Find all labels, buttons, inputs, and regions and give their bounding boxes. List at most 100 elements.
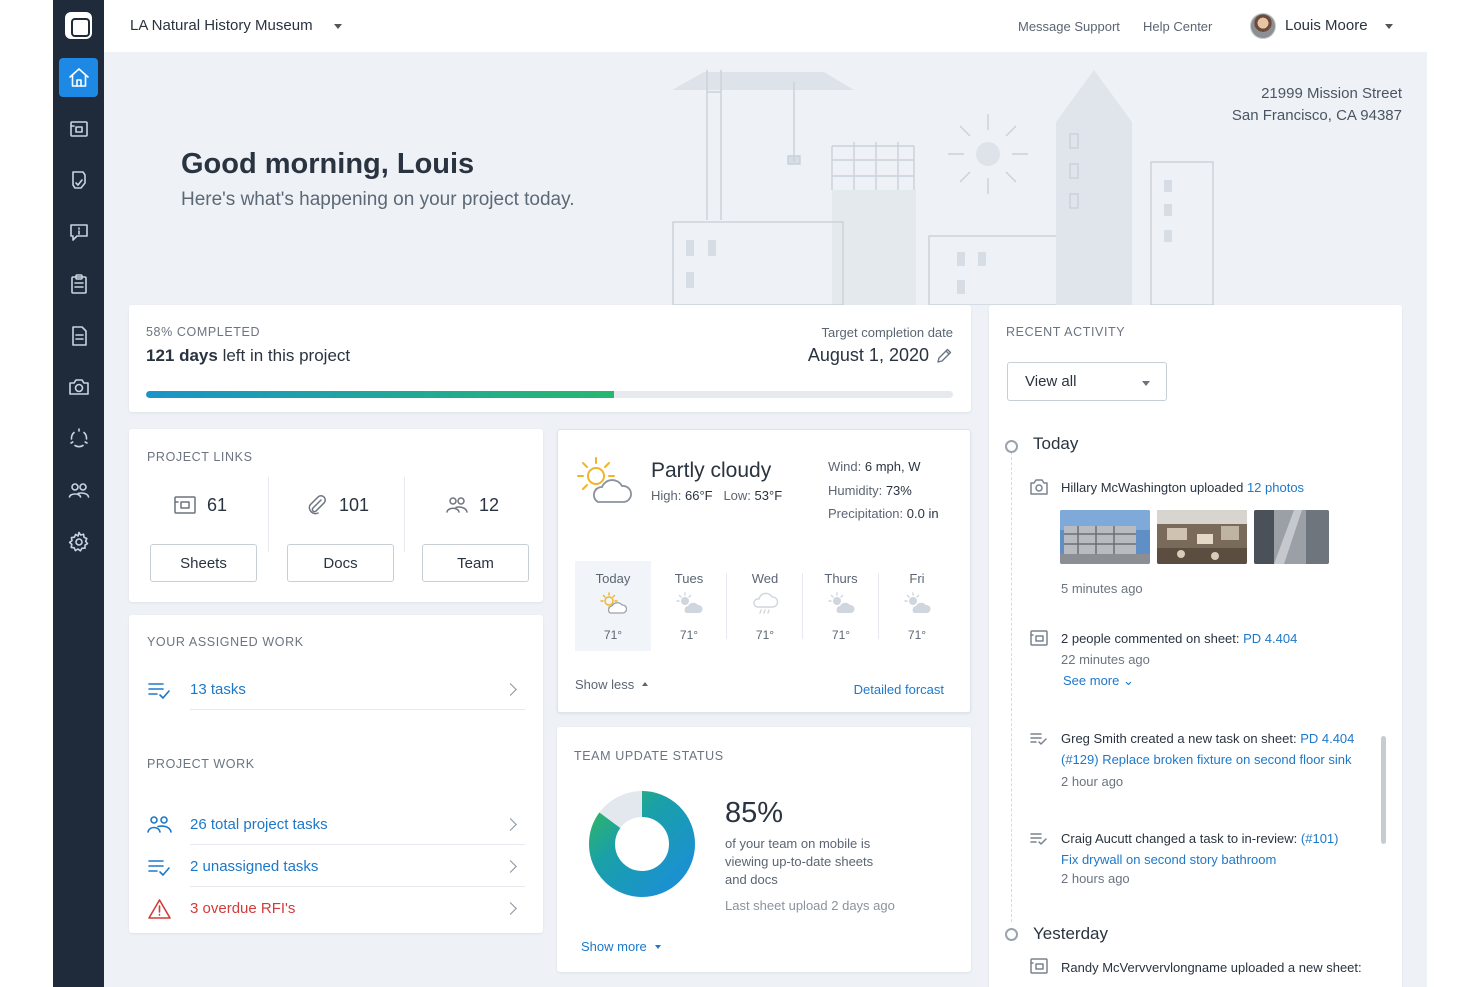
team-link: 12 Team [405,477,539,587]
forecast-day[interactable]: Thurs 71° [803,561,879,651]
rfi-icon [69,223,88,241]
show-less-button[interactable]: Show less [575,677,634,692]
sheets-count: 61 [206,494,228,515]
sidebar-item-photos[interactable] [59,367,98,406]
task-icon [1030,833,1047,845]
humidity-stat: Humidity: 73% [828,483,912,498]
team-button[interactable]: Team [422,544,529,582]
wind-stat: Wind: 6 mph, W [828,459,921,474]
photo-thumbnail[interactable] [1060,510,1150,564]
task-link[interactable]: Fix drywall on second story bathroom [1061,852,1276,867]
camera-icon [1030,479,1048,495]
sidebar-item-rfis[interactable] [59,212,98,251]
activity-item: Greg Smith created a new task on sheet: … [1061,731,1355,767]
chevron-down-icon: ⌄ [1123,673,1134,688]
chevron-down-icon [655,945,661,949]
project-selector[interactable]: LA Natural History Museum [130,17,313,34]
sidebar-item-team[interactable] [59,470,98,509]
sidebar-item-documents[interactable] [59,316,98,355]
precipitation-stat: Precipitation: 0.0 in [828,506,939,521]
section-label: PROJECT LINKS [147,450,253,464]
paperclip-icon [308,495,326,515]
task-link[interactable]: (#129) Replace broken fixture on second … [1061,752,1352,767]
assigned-tasks-row[interactable]: 13 tasks [147,670,525,710]
weather-high-low: High: 66°F Low: 53°F [651,488,783,503]
message-support-link[interactable]: Message Support [1018,19,1120,34]
partly-cloudy-icon [676,592,703,613]
document-icon [71,325,87,346]
partly-cloudy-icon [600,592,627,614]
forecast-day[interactable]: Today 71° [575,561,651,651]
last-upload-text: Last sheet upload 2 days ago [725,898,895,913]
team-update-percent: 85% [725,797,784,829]
team-count: 12 [478,494,500,515]
divider [268,477,269,552]
project-links-card: PROJECT LINKS 61 Sheets 101 Docs 12 Team [129,429,543,602]
sidebar-item-settings[interactable] [59,522,98,561]
timeline-heading-today: Today [1033,434,1079,453]
scrollbar[interactable] [1381,736,1386,844]
sheet-link[interactable]: PD 4.404 [1243,631,1297,646]
help-center-link[interactable]: Help Center [1143,19,1212,34]
camera-icon [68,378,89,395]
pencil-icon[interactable] [935,347,953,365]
user-menu[interactable]: Louis Moore [1285,17,1368,34]
sheets-icon [69,120,88,137]
photo-thumbnail[interactable] [1157,510,1247,564]
show-more-button[interactable]: Show more [581,939,647,954]
timeline-line [1011,452,1012,922]
see-more-button[interactable]: See more ⌄ [1063,673,1134,689]
completion-label: 58% COMPLETED [146,325,261,339]
chevron-down-icon [1142,381,1150,386]
forecast-day[interactable]: Tues 71° [651,561,727,651]
unassigned-tasks-row[interactable]: 2 unassigned tasks [147,847,525,887]
task-link[interactable]: (#101) [1301,831,1339,846]
sidebar-item-checklists[interactable] [59,264,98,303]
avatar[interactable] [1250,13,1276,39]
task-list-icon [148,683,170,699]
weather-condition: Partly cloudy [651,459,772,482]
total-tasks-row[interactable]: 26 total project tasks [147,805,525,845]
assigned-tasks-link[interactable]: 13 tasks [190,670,525,710]
address-line: 21999 Mission Street [1261,85,1402,102]
sidebar-item-home[interactable] [59,58,98,97]
sidebar-item-sheets[interactable] [59,109,98,148]
photos-link[interactable]: 12 photos [1247,480,1304,495]
team-icon [446,497,468,513]
target-date: August 1, 2020 [807,345,929,365]
section-label: PROJECT WORK [147,757,255,771]
top-bar: LA Natural History Museum Message Suppor… [104,0,1427,52]
chevron-down-icon[interactable] [334,24,342,29]
docs-button[interactable]: Docs [287,544,394,582]
overdue-rfis-row[interactable]: 3 overdue RFI's [147,889,525,929]
page-subtitle: Here's what's happening on your project … [181,189,575,210]
low-temp: 53°F [754,488,783,503]
sheets-button[interactable]: Sheets [150,544,257,582]
activity-time: 5 minutes ago [1061,581,1143,596]
sidebar [53,0,104,987]
sync-icon [69,427,88,447]
activity-time: 22 minutes ago [1061,652,1150,667]
days-left-count: 121 days [146,346,218,365]
overdue-rfis-link[interactable]: 3 overdue RFI's [190,889,525,929]
team-update-description: of your team on mobile is viewing up-to-… [725,836,874,887]
sidebar-item-tasks[interactable] [59,160,98,199]
activity-time: 2 hour ago [1061,774,1124,789]
task-icon [71,170,86,189]
sheet-icon [1030,630,1048,646]
app-logo-icon[interactable] [65,12,92,39]
sidebar-item-sync[interactable] [59,418,98,457]
forecast-day[interactable]: Fri 71° [879,561,955,651]
chevron-down-icon[interactable] [1385,24,1393,29]
forecast-day[interactable]: Wed 71° [727,561,803,651]
target-date-label: Target completion date [821,325,953,340]
task-list-icon [148,860,170,876]
unassigned-tasks-link[interactable]: 2 unassigned tasks [190,847,525,887]
photo-thumbnail[interactable] [1254,510,1329,564]
activity-item: Randy McVervvervlongname uploaded a new … [1061,960,1362,975]
detailed-forecast-link[interactable]: Detailed forcast [854,682,944,697]
sheet-link[interactable]: PD 4.404 [1300,731,1354,746]
total-tasks-link[interactable]: 26 total project tasks [190,805,525,845]
warning-icon [148,899,171,919]
page-title: Good morning, Louis [181,148,475,180]
